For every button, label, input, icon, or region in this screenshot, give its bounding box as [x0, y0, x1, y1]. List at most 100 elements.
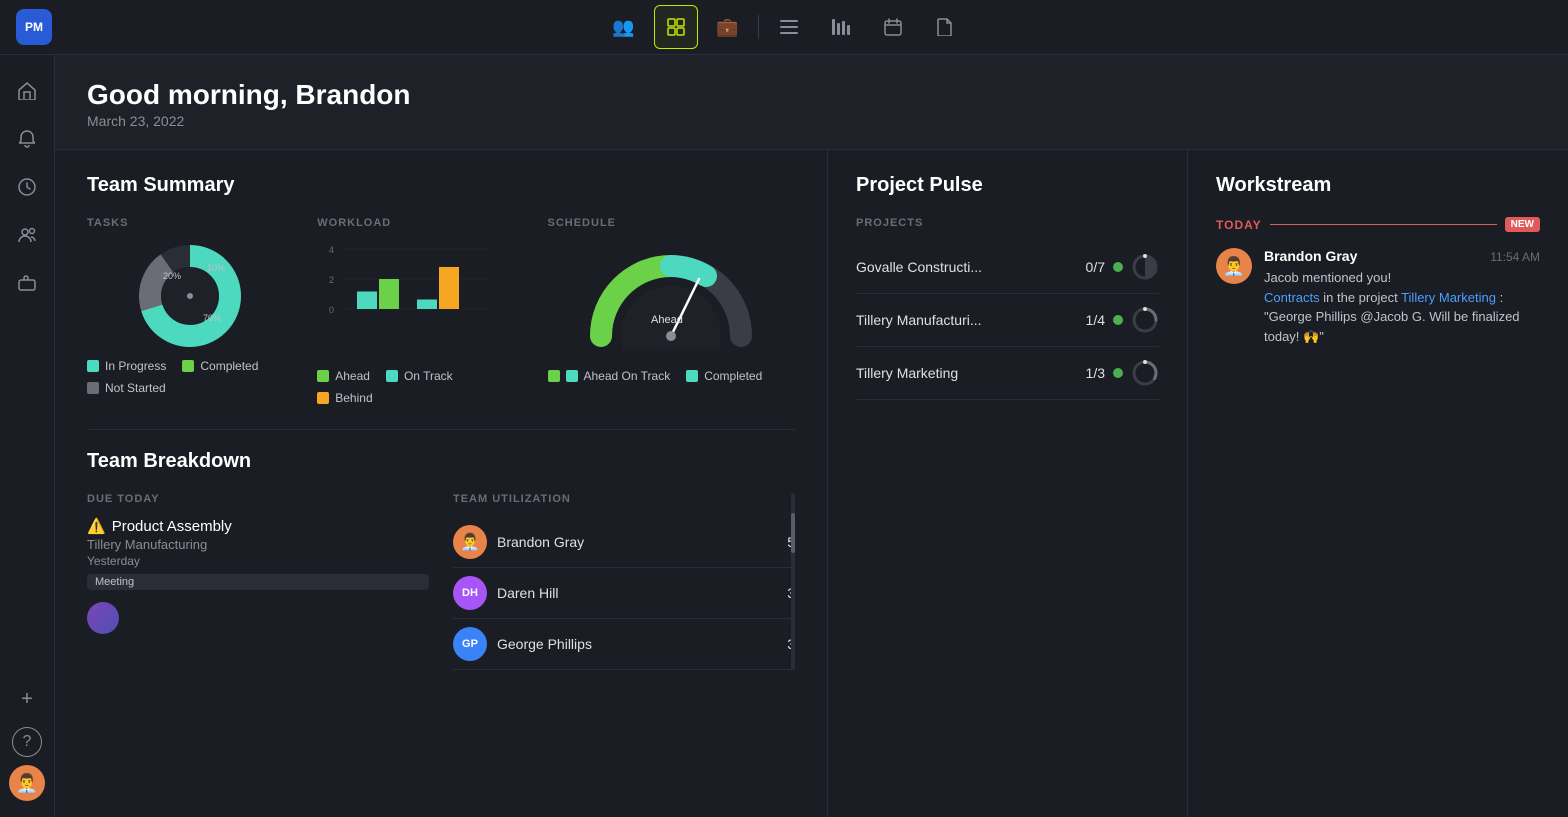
middle-panel: Project Pulse PROJECTS Govalle Construct…	[828, 150, 1188, 817]
tasks-block: TASKS	[87, 217, 293, 405]
not-started-dot	[87, 382, 99, 394]
in-progress-dot	[87, 360, 99, 372]
schedule-ahead-dot	[548, 370, 560, 382]
nav-dashboard[interactable]	[654, 5, 698, 49]
workstream-header: TODAY NEW	[1216, 217, 1540, 232]
nav-document[interactable]	[923, 5, 967, 49]
today-label: TODAY	[1216, 218, 1262, 232]
util-member-1: 👨‍💼 Brandon Gray 5	[453, 517, 795, 568]
tasks-label: TASKS	[87, 217, 293, 229]
projects-label: PROJECTS	[856, 217, 1159, 229]
sidebar-item-people[interactable]	[7, 215, 47, 255]
scroll-thumb	[791, 513, 795, 553]
project-row-2[interactable]: Tillery Manufacturi... 1/4	[856, 294, 1159, 347]
sidebar-item-help[interactable]: ?	[12, 727, 42, 757]
svg-text:0: 0	[329, 305, 334, 315]
ws-message-content: Brandon Gray 11:54 AM Jacob mentioned yo…	[1264, 248, 1540, 346]
svg-text:Ahead: Ahead	[651, 314, 683, 326]
legend-behind: Behind	[317, 391, 372, 405]
george-name: George Phillips	[497, 636, 777, 652]
svg-text:10%: 10%	[207, 263, 225, 273]
sidebar: + ? 👨‍💼	[0, 55, 55, 817]
ws-brandon-avatar: 👨‍💼	[1216, 248, 1252, 284]
avatar-placeholder	[87, 602, 119, 634]
tasks-pie-chart: 20% 10% 70%	[135, 241, 245, 351]
project-1-progress	[1131, 253, 1159, 281]
legend-in-progress: In Progress	[87, 359, 166, 373]
project-1-name: Govalle Constructi...	[856, 259, 1061, 275]
ws-link-contracts[interactable]: Contracts	[1264, 290, 1320, 305]
due-today-item-1: ⚠️ Product Assembly Tillery Manufacturin…	[87, 517, 429, 590]
task-project: Tillery Manufacturing	[87, 537, 429, 552]
sidebar-item-briefcase[interactable]	[7, 263, 47, 303]
nav-divider-1	[758, 15, 759, 39]
sidebar-item-add[interactable]: +	[7, 679, 47, 719]
nav-briefcase[interactable]: 💼	[706, 5, 750, 49]
team-summary-title: Team Summary	[87, 174, 795, 197]
workload-label: WORKLOAD	[317, 217, 523, 229]
page-date: March 23, 2022	[87, 113, 1536, 129]
due-today-col: DUE TODAY ⚠️ Product Assembly Tillery Ma…	[87, 493, 429, 670]
task-name: ⚠️ Product Assembly	[87, 517, 429, 535]
svg-text:4: 4	[329, 245, 334, 255]
ws-header-row: Brandon Gray 11:54 AM	[1264, 248, 1540, 264]
project-2-name: Tillery Manufacturi...	[856, 312, 1061, 328]
completed-dot	[182, 360, 194, 372]
ws-body: Contracts in the project Tillery Marketi…	[1264, 288, 1540, 347]
legend-schedule-completed: Completed	[686, 369, 762, 383]
sidebar-item-home[interactable]	[7, 71, 47, 111]
team-summary-grid: TASKS	[87, 217, 795, 405]
svg-text:2: 2	[329, 275, 334, 285]
daren-name: Daren Hill	[497, 585, 777, 601]
project-row-3[interactable]: Tillery Marketing 1/3	[856, 347, 1159, 400]
schedule-label: SCHEDULE	[548, 217, 796, 229]
nav-bars[interactable]	[819, 5, 863, 49]
nav-team[interactable]: 👥	[602, 5, 646, 49]
sidebar-item-notifications[interactable]	[7, 119, 47, 159]
george-avatar: GP	[453, 627, 487, 661]
tasks-legend: In Progress Completed Not Started	[87, 359, 293, 395]
sidebar-bottom: + ? 👨‍💼	[7, 679, 47, 801]
content-area: Good morning, Brandon March 23, 2022 Tea…	[55, 55, 1568, 817]
project-3-status	[1113, 368, 1123, 378]
project-pulse-title: Project Pulse	[856, 174, 1159, 197]
nav-calendar[interactable]	[871, 5, 915, 49]
workload-legend: Ahead On Track Behind	[317, 369, 523, 405]
right-panel: Workstream TODAY NEW 👨‍💼 Brandon Gray 11…	[1188, 150, 1568, 817]
new-badge: NEW	[1505, 217, 1540, 232]
utilization-label: TEAM UTILIZATION	[453, 493, 795, 505]
ws-sender-name: Brandon Gray	[1264, 248, 1357, 264]
ws-time: 11:54 AM	[1490, 250, 1540, 264]
legend-ahead: Ahead	[317, 369, 370, 383]
svg-text:70%: 70%	[203, 313, 221, 323]
brandon-name: Brandon Gray	[497, 534, 777, 550]
ws-link-tillery[interactable]: Tillery Marketing	[1401, 290, 1496, 305]
workstream-title: Workstream	[1216, 174, 1540, 197]
nav-list[interactable]	[767, 5, 811, 49]
today-line	[1270, 224, 1497, 225]
util-member-3: GP George Phillips 3	[453, 619, 795, 670]
ahead-dot	[317, 370, 329, 382]
svg-text:20%: 20%	[163, 271, 181, 281]
schedule-block: SCHEDULE	[548, 217, 796, 405]
daren-avatar: DH	[453, 576, 487, 610]
project-2-status	[1113, 315, 1123, 325]
util-member-2: DH Daren Hill 3	[453, 568, 795, 619]
task-tag: Meeting	[87, 574, 429, 590]
project-1-status	[1113, 262, 1123, 272]
app-logo[interactable]: PM	[16, 9, 52, 45]
project-row-1[interactable]: Govalle Constructi... 0/7	[856, 241, 1159, 294]
project-3-name: Tillery Marketing	[856, 365, 1061, 381]
schedule-gauge: Ahead	[581, 251, 761, 351]
due-today-label: DUE TODAY	[87, 493, 429, 505]
sidebar-item-clock[interactable]	[7, 167, 47, 207]
user-avatar[interactable]: 👨‍💼	[9, 765, 45, 801]
schedule-legend: Ahead On Track Completed	[548, 369, 796, 383]
project-3-ratio: 1/3	[1069, 365, 1105, 381]
team-breakdown-title: Team Breakdown	[87, 450, 795, 473]
project-3-progress	[1131, 359, 1159, 387]
task-date: Yesterday	[87, 554, 429, 568]
legend-schedule-ahead-on-track: Ahead On Track	[548, 369, 671, 383]
page-title: Good morning, Brandon	[87, 79, 1536, 111]
utilization-col: TEAM UTILIZATION 👨‍💼 Brandon Gray 5	[453, 493, 795, 670]
